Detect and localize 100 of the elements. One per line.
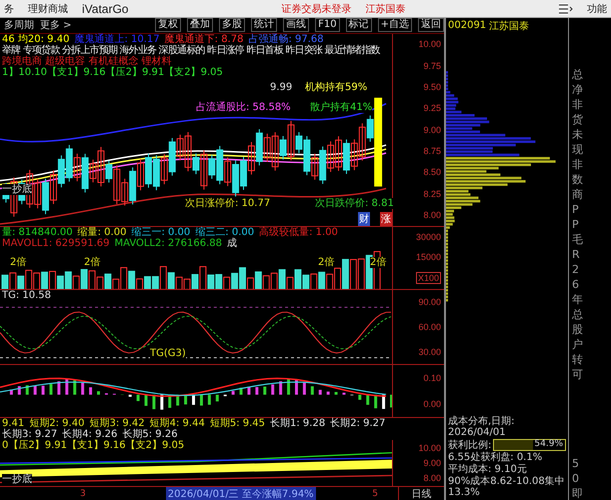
macd-bar [208, 394, 211, 405]
macd-bar [168, 394, 172, 408]
moving-average-value: 长期5: 9.26 [122, 429, 178, 440]
axis-label: 9.00 [423, 458, 441, 468]
period-mark: 5 [372, 488, 378, 498]
macd-bar [176, 394, 180, 406]
macd-bar [247, 386, 250, 395]
toolbar-button[interactable]: 叠加 [187, 18, 214, 32]
cost-info-line: 6.55处获利盘: 0.1% [448, 452, 544, 463]
macd-bar [287, 378, 290, 395]
macd-bar [295, 379, 298, 395]
macd-bar [26, 385, 29, 395]
cost-title: 成本分布,日期: 2026/04/01 [448, 416, 516, 438]
limit-down-price: 次日跌停价: 8.81 [315, 198, 394, 209]
menu-icon[interactable] [559, 4, 573, 14]
side-label: 户 [572, 338, 583, 351]
axis-label: 10.00 [418, 442, 441, 453]
macd-bar [160, 394, 164, 410]
indicator-value: 量: 814840.00 [2, 226, 73, 238]
volume-mark: 2倍 [10, 256, 26, 268]
toolbar-button[interactable]: 多股 [219, 18, 246, 32]
macd-bar [50, 384, 52, 395]
moving-average-value: 长期1: 9.28 [270, 418, 326, 429]
indicator-value: 魔鬼通道下: 8.78 [164, 34, 244, 45]
unit-label: X100 [416, 272, 441, 284]
side-label: P [572, 218, 579, 231]
macd-bar [216, 394, 219, 402]
toolbar-button[interactable]: 统计 [251, 18, 278, 32]
axis-label: 10.00 [418, 39, 441, 50]
moving-average-value: 9.41 [2, 418, 24, 429]
axis-label: 8.25 [423, 188, 441, 199]
axis-label: 8.00 [423, 473, 441, 484]
function-menu[interactable]: 功能 [587, 2, 607, 16]
side-label: 转 [572, 353, 583, 366]
indicator-value: 缩量: 0.00 [78, 226, 126, 238]
toolbar-button[interactable]: F10 [315, 18, 340, 32]
axis-label: 9.75 [423, 60, 441, 71]
toolbar-button[interactable]: 返回 [418, 18, 444, 32]
axis-label: 30.00 [418, 346, 441, 357]
side-label: 2 [572, 263, 579, 276]
volume-mark: 2倍 [84, 256, 100, 268]
side-label: 0 [572, 472, 579, 485]
toolbar-button[interactable]: 画线 [283, 18, 310, 32]
line-label: TG(G3) [150, 348, 186, 359]
stock-badge: 财 [358, 212, 370, 226]
toolbar-link[interactable]: 多周期 [4, 18, 34, 32]
menu-item[interactable]: 务 [4, 2, 14, 16]
macd-bar [366, 394, 370, 405]
macd-bar [279, 381, 282, 395]
moving-average-value: 长期3: 9.27 [2, 429, 58, 440]
axis-label: 15000 [416, 252, 441, 262]
toolbar-button[interactable]: +自选 [378, 18, 412, 32]
moving-average-value: 短期4: 9.44 [150, 418, 205, 429]
float-ratio-label: 占流通股比: 58.58% [196, 102, 291, 113]
macd-bar [382, 394, 386, 409]
indicator-value: 成 [227, 238, 237, 249]
macd-bar [358, 394, 362, 400]
side-label: 非 [572, 158, 583, 171]
toolbar-link[interactable]: 更多 > [40, 18, 72, 32]
stock-name: 江苏国泰 [366, 2, 406, 16]
date-info: 2026/04/01/三 至今涨幅7.94% [166, 486, 316, 500]
toolbar-button[interactable]: 标记 [346, 18, 372, 32]
macd-bar [42, 386, 45, 395]
macd-bar [81, 382, 84, 395]
indicator-value: 魔鬼通道上: 10.17 [74, 34, 160, 45]
side-label: 可 [572, 368, 583, 381]
side-label: 6 [572, 278, 579, 291]
indicator-value: 缩三一: 0.00 [131, 226, 190, 238]
macd-bar [97, 391, 100, 395]
signal-label: 一抄底 [2, 184, 32, 195]
axis-label: 8.00 [423, 210, 441, 220]
period-mark: 3 [80, 488, 86, 498]
macd-bar [255, 387, 258, 395]
macd-bar [57, 381, 60, 395]
menu-item[interactable]: 理财商城 [28, 2, 68, 16]
indicator-value: 46 均20: 9.40 [2, 34, 70, 45]
high-price-mark: 9.99 [270, 82, 292, 93]
institution-holding-label: 机构持有59% [305, 82, 368, 93]
axis-label: 0.00 [423, 399, 441, 409]
toolbar-button[interactable]: 复权 [155, 18, 182, 32]
moving-average-value: 短期2: 9.40 [29, 418, 84, 429]
axis-label: 60.00 [418, 322, 441, 332]
side-label: 数 [572, 173, 583, 186]
macd-bar [334, 392, 338, 395]
theme-tags: 跨境电商 超级电容 有机硅概念 锂材料 [2, 56, 172, 67]
macd-bar [318, 390, 322, 395]
macd-bar [10, 389, 13, 395]
menu-item[interactable]: iVatarGo [82, 2, 128, 16]
macd-bar [73, 380, 76, 395]
axis-label: 9.50 [423, 82, 441, 92]
support-resistance-levels: 1】10.10【支1】9.16【压2】9.91【支2】9.05 [2, 66, 223, 78]
macd-bar [374, 394, 378, 408]
side-label: 即 [572, 487, 583, 500]
moving-average-value: 长期2: 9.27 [330, 418, 386, 429]
period-label[interactable]: 日线 [398, 486, 444, 500]
macd-bar [18, 386, 21, 395]
indicator-value: 缩三二: 0.00 [195, 226, 254, 238]
side-label: 股 [572, 323, 583, 336]
side-label: 总 [572, 68, 583, 81]
moving-average-value: 短期3: 9.42 [89, 418, 145, 429]
